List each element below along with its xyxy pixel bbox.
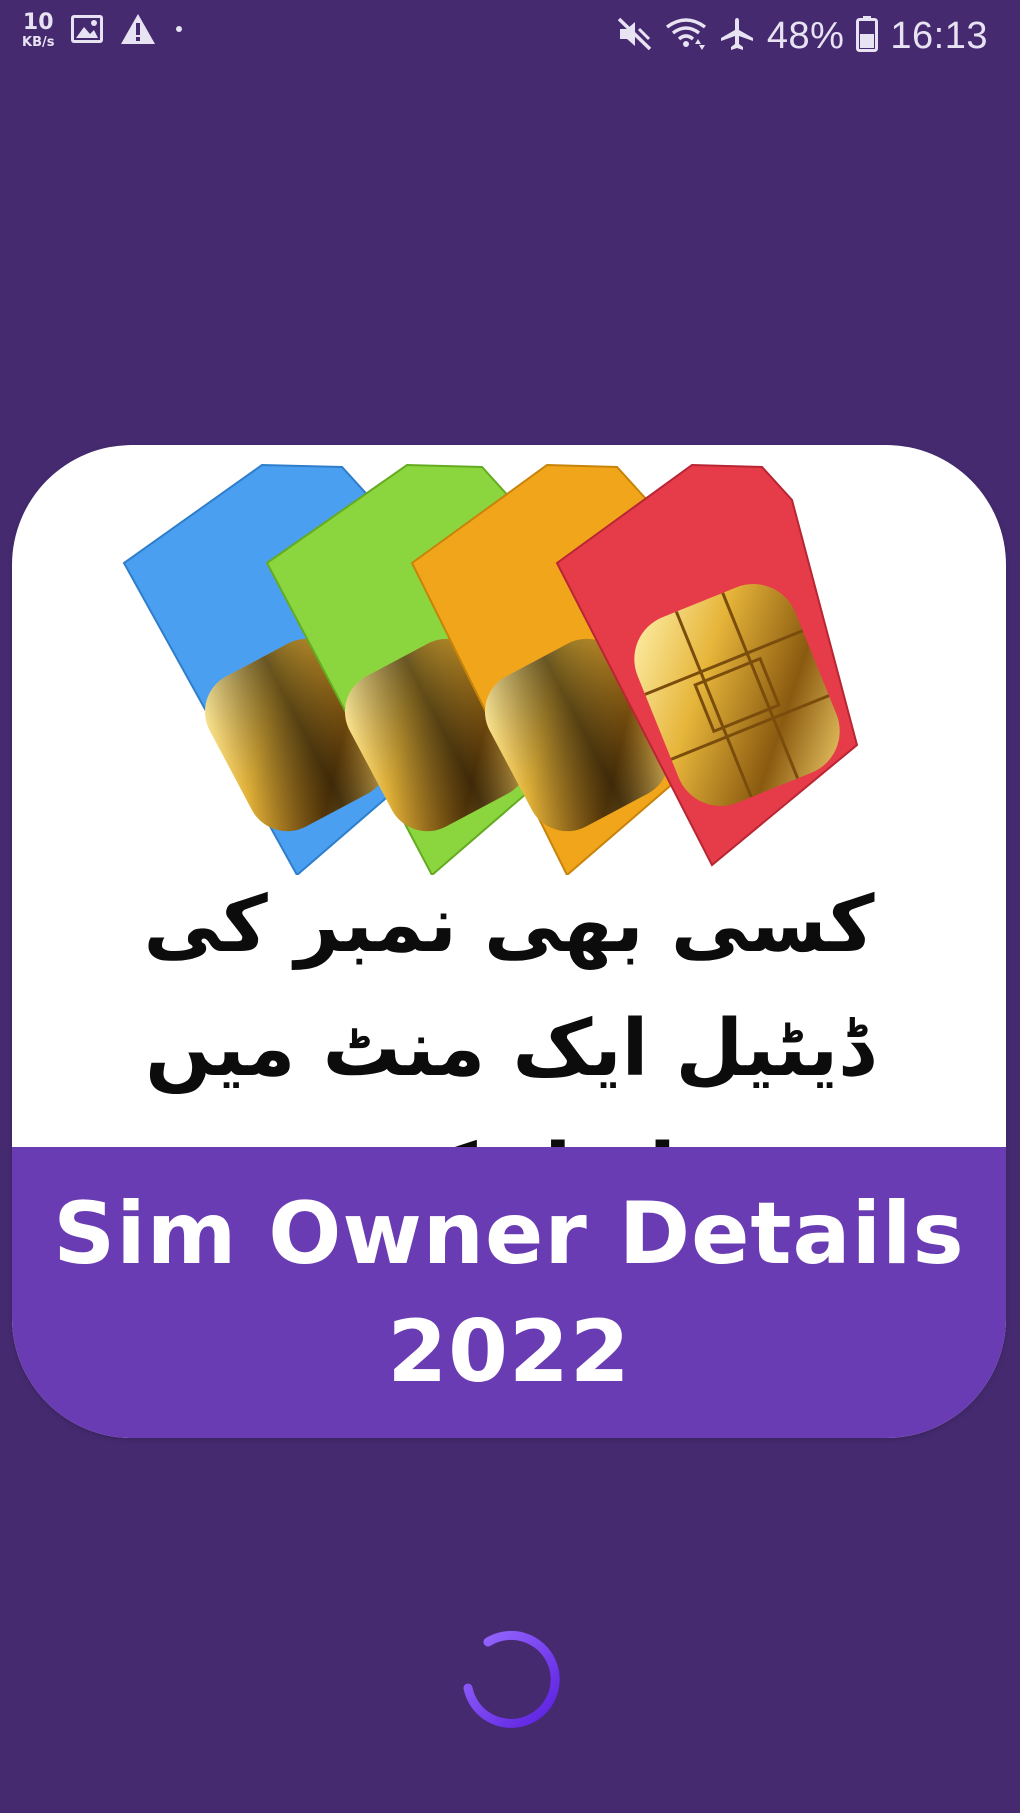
clock: 16:13 bbox=[890, 14, 988, 57]
network-speed-value: 10 bbox=[22, 10, 54, 35]
battery-percent: 48% bbox=[766, 14, 845, 57]
status-bar-left: 10 KB/s bbox=[22, 12, 186, 49]
warning-icon bbox=[120, 13, 156, 49]
app-title: Sim Owner Details bbox=[53, 1183, 965, 1284]
loading-spinner bbox=[463, 1630, 560, 1728]
airplane-icon bbox=[719, 16, 755, 56]
mute-icon bbox=[617, 17, 653, 55]
gallery-icon bbox=[70, 14, 104, 48]
app-title-band: Sim Owner Details 2022 bbox=[12, 1147, 1006, 1438]
network-speed: 10 KB/s bbox=[22, 10, 55, 50]
urdu-tagline-line-1: کسی بھی نمبر کی ڈیٹیل ایک منٹ میں bbox=[143, 880, 875, 1094]
status-bar-right: 48% 16:13 bbox=[617, 12, 988, 60]
network-speed-unit: KB/s bbox=[22, 35, 55, 50]
battery-icon bbox=[856, 16, 879, 56]
splash-logo-card: کسی بھی نمبر کی ڈیٹیل ایک منٹ میں حاصل ک… bbox=[12, 445, 1006, 1438]
sim-cards-illustration bbox=[122, 463, 859, 875]
status-bar: 10 KB/s 48% 16:13 bbox=[0, 0, 1020, 72]
dot-icon bbox=[172, 21, 186, 40]
app-title-year: 2022 bbox=[387, 1301, 631, 1402]
wifi-icon bbox=[665, 17, 707, 55]
